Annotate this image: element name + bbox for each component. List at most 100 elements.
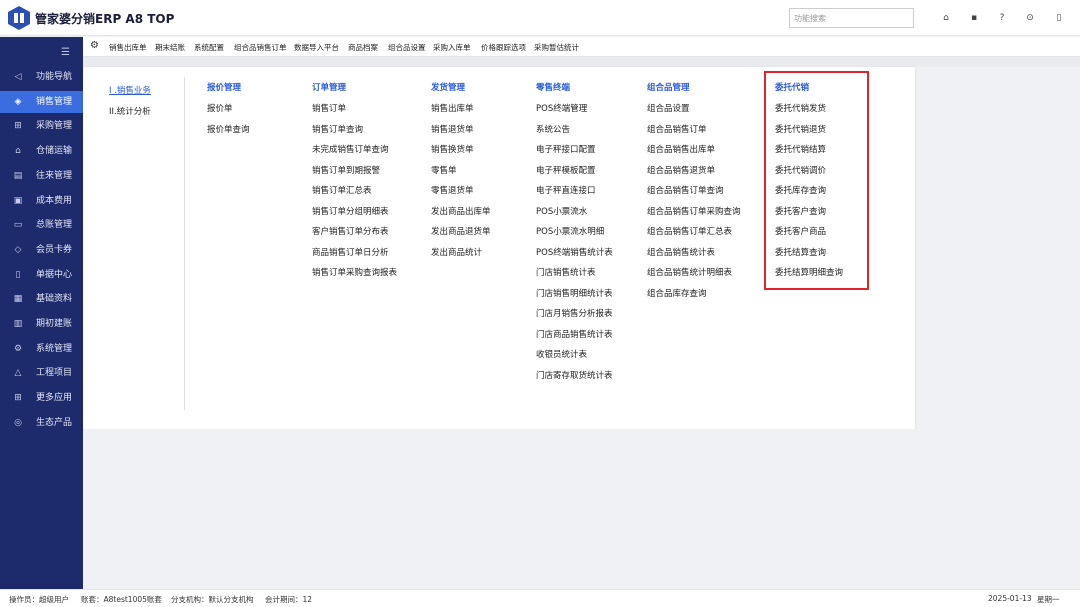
lock-icon[interactable]: ▪: [966, 10, 982, 26]
sidebar-item[interactable]: ◈ 销售管理: [0, 90, 83, 113]
menu-item[interactable]: 零售单: [431, 164, 457, 176]
menu-column-heading: 订单管理: [312, 83, 347, 93]
cart-icon: ⊞: [14, 121, 22, 132]
sidebar-item-label: 更多应用: [36, 393, 73, 404]
sidebar-item-label: 会员卡券: [36, 244, 73, 255]
tab-item[interactable]: 价格跟踪选项: [481, 42, 526, 53]
menu-item[interactable]: 门店寄存取货统计表: [536, 369, 613, 381]
sidebar-item[interactable]: ◇ 会员卡券: [0, 239, 83, 261]
menu-item[interactable]: 组合品销售出库单: [647, 143, 715, 155]
tab-item[interactable]: 期末结账: [155, 42, 185, 53]
menu-item[interactable]: 销售订单查询: [312, 123, 363, 135]
document-icon: ▯: [15, 269, 21, 280]
menu-item[interactable]: 电子秤接口配置: [536, 143, 596, 155]
ecosystem-icon: ◎: [14, 417, 22, 428]
tab-item[interactable]: 组合品设置: [388, 42, 426, 53]
tab-item[interactable]: 系统配置: [194, 42, 224, 53]
tab-item[interactable]: 采购暂估统计: [534, 42, 579, 53]
sidebar-item[interactable]: ▤ 往来管理: [0, 165, 83, 187]
menu-item[interactable]: 组合品设置: [647, 102, 690, 114]
menu-item[interactable]: 零售退货单: [431, 184, 474, 196]
gear-icon[interactable]: ⚙: [90, 40, 99, 51]
tab-item[interactable]: 采购入库单: [433, 42, 471, 53]
sidebar-item[interactable]: △ 工程项目: [0, 362, 83, 384]
sidebar-item[interactable]: ▦ 基础资料: [0, 288, 83, 310]
menu-item[interactable]: 销售换货单: [431, 143, 474, 155]
sidebar-item-label: 生态产品: [36, 417, 73, 428]
database-icon: ▦: [13, 294, 23, 305]
menu-item[interactable]: 门店销售统计表: [536, 266, 596, 278]
menu-item[interactable]: 销售订单采购查询报表: [312, 266, 397, 278]
menu-item[interactable]: 收银员统计表: [536, 348, 587, 360]
sidebar-item[interactable]: ⌂ 仓储运输: [0, 140, 83, 162]
menu-item[interactable]: 销售订单: [312, 102, 346, 114]
menu-item[interactable]: 商品销售订单日分析: [312, 246, 389, 258]
sidebar-item-label: 工程项目: [36, 368, 73, 379]
menu-item[interactable]: POS小票流水明细: [536, 225, 604, 237]
menu-item[interactable]: 组合品销售订单采购查询: [647, 205, 741, 217]
home-icon[interactable]: ⌂: [938, 10, 954, 26]
menu-item[interactable]: 门店月销售分析报表: [536, 307, 613, 319]
help-icon[interactable]: ?: [994, 10, 1010, 26]
menu-item[interactable]: 组合品销售退货单: [647, 164, 715, 176]
tag-icon: ◈: [14, 96, 22, 107]
menu-item[interactable]: POS小票流水: [536, 205, 587, 217]
menu-item[interactable]: POS终端管理: [536, 102, 587, 114]
menu-item[interactable]: 门店商品销售统计表: [536, 328, 613, 340]
menu-column-heading: 组合品管理: [647, 83, 690, 93]
menu-item[interactable]: 发出商品退货单: [431, 225, 491, 237]
menu-item[interactable]: 客户销售订单分布表: [312, 225, 389, 237]
tab-item[interactable]: 商品档案: [348, 42, 378, 53]
tab-item[interactable]: 数据导入平台: [294, 42, 339, 53]
category-statistics[interactable]: II.统计分析: [109, 105, 151, 117]
sidebar-item[interactable]: ⊞ 采购管理: [0, 115, 83, 137]
sidebar-item[interactable]: ⊞ 更多应用: [0, 387, 83, 409]
menu-item[interactable]: 电子秤直连接口: [536, 184, 596, 196]
menu-item[interactable]: POS终端销售统计表: [536, 246, 613, 258]
menu-item[interactable]: 销售出库单: [431, 102, 474, 114]
cost-icon: ▣: [13, 195, 23, 206]
menu-item[interactable]: 组合品销售订单查询: [647, 184, 724, 196]
sidebar-item[interactable]: ▥ 期初建账: [0, 313, 83, 335]
menu-item[interactable]: 销售订单汇总表: [312, 184, 372, 196]
menu-item[interactable]: 组合品库存查询: [647, 287, 707, 299]
sidebar-item-label: 系统管理: [36, 343, 73, 354]
apps-icon: ⊞: [14, 393, 22, 404]
menu-column-heading: 报价管理: [207, 83, 242, 93]
sidebar-item[interactable]: ⚙ 系统管理: [0, 338, 83, 360]
sidebar-item[interactable]: ▯ 单据中心: [0, 264, 83, 286]
function-search-input[interactable]: 功能搜索: [789, 8, 914, 28]
category-sales-business[interactable]: I .销售业务: [109, 84, 151, 96]
menu-item[interactable]: 报价单: [207, 102, 233, 114]
menu-item[interactable]: 销售退货单: [431, 123, 474, 135]
menu-item[interactable]: 发出商品统计: [431, 246, 482, 258]
sidebar-item[interactable]: ◁ 功能导航: [0, 66, 83, 88]
menu-item[interactable]: 销售订单分组明细表: [312, 205, 389, 217]
top-header: 管家婆分销ERP A8 TOP 功能搜索 ⌂ ▪ ? ⊙ ▯: [0, 0, 1080, 36]
menu-divider: [184, 77, 185, 410]
menu-item[interactable]: 组合品销售订单汇总表: [647, 225, 732, 237]
menu-item[interactable]: 销售订单到期报警: [312, 164, 380, 176]
status-account: 账套：A8test1005账套: [81, 595, 162, 604]
menu-item[interactable]: 未完成销售订单查询: [312, 143, 389, 155]
sidebar-item[interactable]: ▭ 总账管理: [0, 214, 83, 236]
menu-item[interactable]: 发出商品出库单: [431, 205, 491, 217]
trash-icon[interactable]: ▯: [1051, 10, 1067, 26]
menu-item[interactable]: 电子秤模板配置: [536, 164, 596, 176]
menu-item[interactable]: 组合品销售统计表: [647, 246, 715, 258]
menu-item[interactable]: 组合品销售订单: [647, 123, 707, 135]
user-icon[interactable]: ⊙: [1022, 10, 1038, 26]
sidebar-item-label: 仓储运输: [36, 146, 73, 157]
menu-item[interactable]: 报价单查询: [207, 123, 250, 135]
tab-item[interactable]: 销售出库单: [109, 42, 147, 53]
tab-item[interactable]: 组合品销售订单: [234, 42, 287, 53]
menu-column-heading: 零售终端: [536, 83, 571, 93]
menu-item[interactable]: 系统公告: [536, 123, 570, 135]
collapse-menu-icon[interactable]: ☰: [61, 47, 70, 58]
status-branch: 分支机构：默认分支机构: [171, 595, 254, 604]
ledger-icon: ▤: [13, 170, 23, 181]
menu-item[interactable]: 门店销售明细统计表: [536, 287, 613, 299]
menu-item[interactable]: 组合品销售统计明细表: [647, 266, 732, 278]
sidebar-item[interactable]: ◎ 生态产品: [0, 412, 83, 434]
sidebar-item[interactable]: ▣ 成本费用: [0, 190, 83, 212]
